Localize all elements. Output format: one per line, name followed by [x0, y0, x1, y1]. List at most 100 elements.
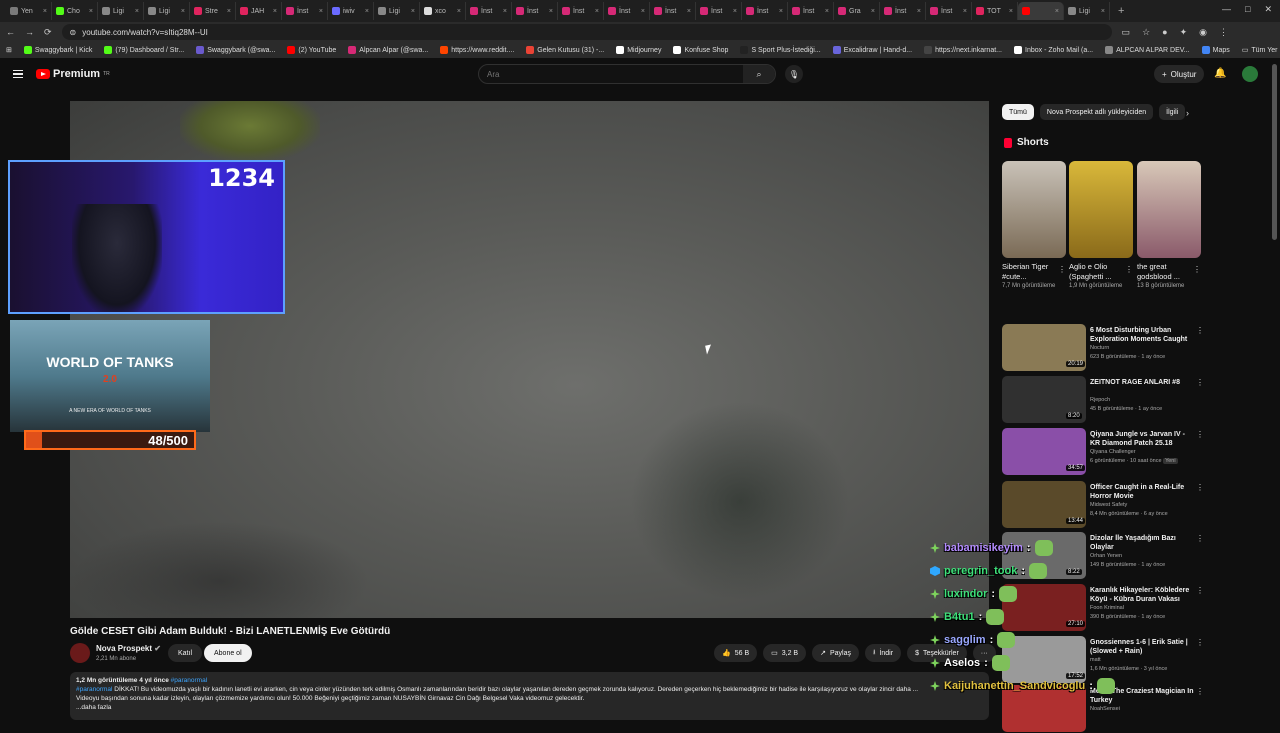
bookmark-item[interactable]: (79) Dashboard / Str...	[104, 46, 184, 54]
browser-tab[interactable]: TOT ×	[972, 2, 1018, 20]
recommended-video[interactable]: 20:19 6 Most Disturbing Urban Exploration…	[1002, 324, 1204, 372]
chip-all[interactable]: Tümü	[1002, 104, 1034, 120]
tab-close-icon[interactable]: ×	[917, 8, 921, 15]
short-menu-icon[interactable]: ⋮	[1058, 265, 1066, 274]
tab-close-icon[interactable]: ×	[1055, 8, 1059, 15]
show-more-link[interactable]: ...daha fazla	[76, 703, 983, 712]
tab-close-icon[interactable]: ×	[1009, 8, 1013, 15]
chip-from-uploader[interactable]: Nova Prospekt adlı yükleyiciden	[1039, 104, 1154, 120]
create-button[interactable]: + Oluştur	[1154, 65, 1205, 83]
bookmark-item[interactable]: Gelen Kutusu (31) -...	[526, 46, 604, 54]
bookmark-star-icon[interactable]: ☆	[1142, 27, 1150, 38]
new-tab-icon[interactable]: +	[1110, 5, 1132, 17]
bookmark-item[interactable]: Maps	[1201, 46, 1230, 54]
close-window-icon[interactable]: ✕	[1264, 4, 1272, 15]
bookmark-item[interactable]: (2) YouTube	[287, 46, 336, 54]
search-input[interactable]	[479, 65, 743, 83]
page-scrollbar[interactable]	[1272, 64, 1277, 240]
tab-close-icon[interactable]: ×	[181, 8, 185, 15]
video-menu-icon[interactable]: ⋮	[1196, 483, 1204, 492]
video-channel[interactable]: Midwest Safety	[1090, 502, 1127, 508]
browser-tab[interactable]: İnst ×	[926, 2, 972, 20]
browser-tab[interactable]: İnst ×	[512, 2, 558, 20]
tab-close-icon[interactable]: ×	[457, 8, 461, 15]
browser-tab[interactable]: İnst ×	[604, 2, 650, 20]
video-menu-icon[interactable]: ⋮	[1196, 687, 1204, 696]
browser-tab[interactable]: İnst ×	[742, 2, 788, 20]
bookmark-item[interactable]: Konfuse Shop	[673, 46, 728, 54]
bookmark-item[interactable]: Swaggybark | Kick	[23, 46, 92, 54]
video-channel[interactable]: Qiyana Challenger	[1090, 449, 1136, 455]
browser-tab[interactable]: Gra ×	[834, 2, 880, 20]
menu-kebab-icon[interactable]: ⋮	[1219, 27, 1228, 38]
video-channel[interactable]: Nocturn	[1090, 345, 1109, 351]
tab-close-icon[interactable]: ×	[1101, 8, 1105, 15]
browser-tab[interactable]: Stre ×	[190, 2, 236, 20]
browser-tab[interactable]: xco ×	[420, 2, 466, 20]
apps-icon[interactable]: ⊞	[6, 46, 12, 54]
browser-tab[interactable]: İnst ×	[650, 2, 696, 20]
short-title[interactable]: the great godsblood ...	[1137, 262, 1201, 282]
video-channel[interactable]: Orhan Yenen	[1090, 553, 1122, 559]
bookmark-item[interactable]: https://www.reddit....	[440, 46, 514, 54]
short-menu-icon[interactable]: ⋮	[1125, 265, 1133, 274]
browser-tab[interactable]: İnst ×	[788, 2, 834, 20]
video-title[interactable]: Karanlık Hikayeler: Köbledere Köyü - Küb…	[1090, 586, 1194, 604]
tab-close-icon[interactable]: ×	[549, 8, 553, 15]
video-channel[interactable]: matt	[1090, 657, 1101, 663]
short-menu-icon[interactable]: ⋮	[1193, 265, 1201, 274]
browser-tab[interactable]: İnst ×	[696, 2, 742, 20]
short-thumbnail[interactable]	[1069, 161, 1133, 258]
share-button[interactable]: ↗ Paylaş	[812, 644, 859, 662]
download-button[interactable]: ⭳ İndir	[865, 644, 902, 662]
all-bookmarks-button[interactable]: ▭Tüm Yer İşaretleri	[1242, 46, 1280, 55]
description-hashtag[interactable]: #paranormal	[76, 686, 113, 693]
tab-close-icon[interactable]: ×	[411, 8, 415, 15]
bookmark-item[interactable]: https://next.inkarnat...	[924, 46, 1002, 54]
tab-close-icon[interactable]: ×	[273, 8, 277, 15]
notifications-bell-icon[interactable]: 🔔	[1214, 68, 1226, 79]
bookmark-item[interactable]: Midjourney	[616, 46, 661, 54]
subscribe-button[interactable]: Abone ol	[204, 644, 252, 662]
browser-tab[interactable]: ×	[1018, 2, 1064, 20]
video-menu-icon[interactable]: ⋮	[1196, 586, 1204, 595]
recommended-video[interactable]: 17:52 Gnossiennes 1-6 | Erik Satie | (Slo…	[1002, 636, 1204, 684]
tab-close-icon[interactable]: ×	[503, 8, 507, 15]
recommended-video[interactable]: 8:20 ZEITNOT RAGE ANLARI #8 Rjepoch 45 B gö…	[1002, 376, 1204, 424]
browser-tab[interactable]: JAH ×	[236, 2, 282, 20]
short-thumbnail[interactable]	[1002, 161, 1066, 258]
browser-tab[interactable]: İnst ×	[466, 2, 512, 20]
tab-close-icon[interactable]: ×	[641, 8, 645, 15]
bookmark-item[interactable]: Alpcan Alpar (@swa...	[348, 46, 428, 54]
short-card[interactable]: the great godsblood ... 13 B görüntüleme ⋮	[1137, 161, 1201, 290]
video-title[interactable]: Dizolar İle Yaşadığım Bazı Olaylar	[1090, 534, 1194, 552]
channel-name[interactable]: Nova Prospekt ✔	[96, 644, 161, 653]
back-icon[interactable]: ←	[6, 27, 15, 37]
extension-icon[interactable]: ●	[1162, 27, 1167, 38]
video-channel[interactable]: Foon Kriminal	[1090, 605, 1124, 611]
channel-avatar[interactable]	[70, 643, 90, 663]
voice-search-button[interactable]: 🎙	[785, 65, 803, 83]
extensions-puzzle-icon[interactable]: ✦	[1180, 27, 1188, 38]
recommended-video[interactable]: 27:10 Karanlık Hikayeler: Köbledere Köyü …	[1002, 584, 1204, 632]
comments-button[interactable]: ▭ 3,2 B	[763, 644, 807, 662]
browser-tab[interactable]: iwiv ×	[328, 2, 374, 20]
video-menu-icon[interactable]: ⋮	[1196, 326, 1204, 335]
recommended-video[interactable]: 34:57 Qiyana Jungle vs Jarvan IV - KR Dia…	[1002, 428, 1204, 476]
video-channel[interactable]: Rjepoch	[1090, 397, 1110, 403]
chevron-right-icon[interactable]: ›	[1186, 108, 1189, 118]
tab-close-icon[interactable]: ×	[319, 8, 323, 15]
bookmark-item[interactable]: ALPCAN ALPAR DEV...	[1105, 46, 1190, 54]
join-button[interactable]: Katıl	[168, 644, 203, 662]
browser-tab[interactable]: Ligi ×	[374, 2, 420, 20]
reload-icon[interactable]: ⟳	[44, 27, 52, 38]
video-description[interactable]: 1,2 Mn görüntüleme 4 yıl önce #paranorma…	[70, 672, 989, 720]
tab-close-icon[interactable]: ×	[89, 8, 93, 15]
short-card[interactable]: Siberian Tiger #cute... 7,7 Mn görüntülem…	[1002, 161, 1066, 290]
video-title[interactable]: Gnossiennes 1-6 | Erik Satie | (Slowed +…	[1090, 638, 1194, 656]
maximize-icon[interactable]: □	[1245, 4, 1250, 15]
search-button[interactable]: ⌕	[743, 65, 775, 83]
recommended-video[interactable]: 13:44 Officer Caught in a Real-Life Horro…	[1002, 481, 1204, 529]
tab-close-icon[interactable]: ×	[871, 8, 875, 15]
bookmark-item[interactable]: S Sport Plus-İstediği...	[740, 46, 821, 54]
